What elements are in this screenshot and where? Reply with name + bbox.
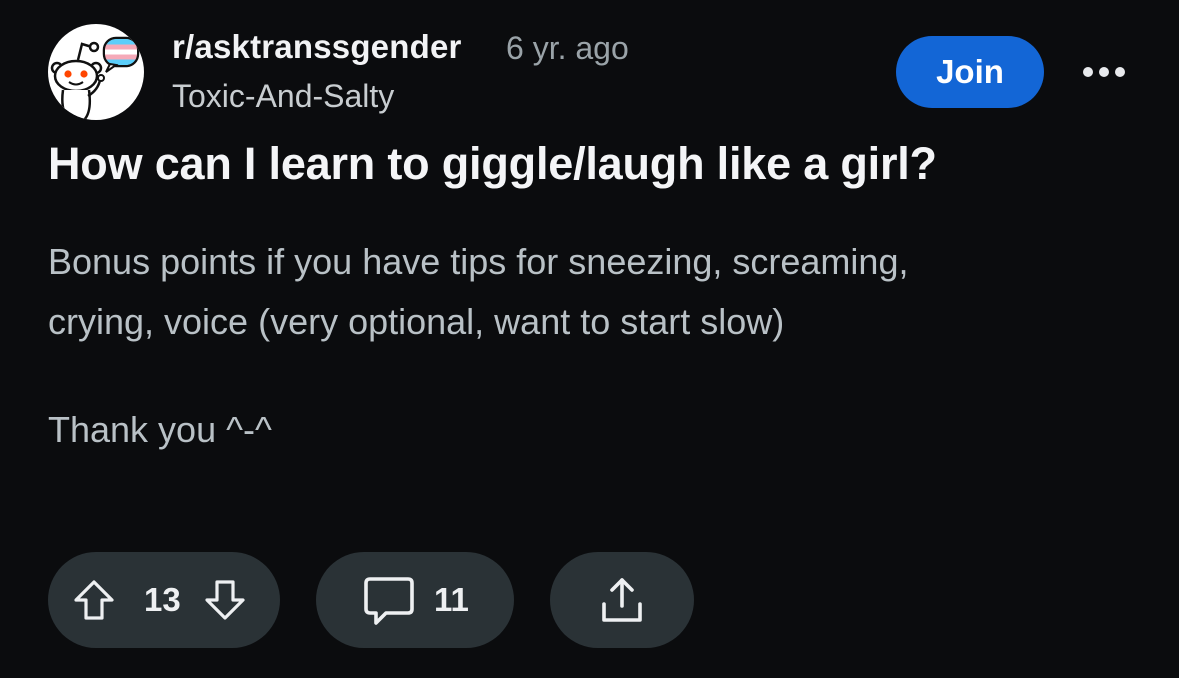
post-title[interactable]: How can I learn to giggle/laugh like a g…: [48, 138, 1148, 190]
body-line: Bonus points if you have tips for sneezi…: [48, 241, 909, 282]
share-button[interactable]: [550, 552, 694, 648]
vote-count: 13: [144, 581, 181, 618]
comments-button[interactable]: 11: [316, 552, 514, 648]
subreddit-name[interactable]: r/asktranssgender: [172, 28, 462, 66]
upvote-icon[interactable]: [72, 578, 116, 622]
join-button[interactable]: Join: [896, 36, 1044, 108]
snoo-icon: [50, 36, 140, 120]
share-icon: [596, 574, 648, 626]
post-body: Bonus points if you have tips for sneezi…: [48, 232, 1148, 460]
body-line: Thank you ^-^: [48, 409, 272, 450]
author-name[interactable]: Toxic-And-Salty: [172, 78, 394, 115]
downvote-icon[interactable]: [203, 578, 247, 622]
comment-count: 11: [434, 581, 469, 618]
post-time: 6 yr. ago: [506, 30, 629, 66]
more-horizontal-icon: [1083, 67, 1125, 77]
vote-pill: 13: [48, 552, 280, 648]
post-card[interactable]: r/asktranssgender 6 yr. ago Toxic-And-Sa…: [0, 0, 1179, 678]
subreddit-avatar[interactable]: [48, 24, 144, 120]
more-options-button[interactable]: [1080, 56, 1128, 88]
body-line: crying, voice (very optional, want to st…: [48, 301, 785, 342]
comment-icon: [362, 573, 416, 627]
